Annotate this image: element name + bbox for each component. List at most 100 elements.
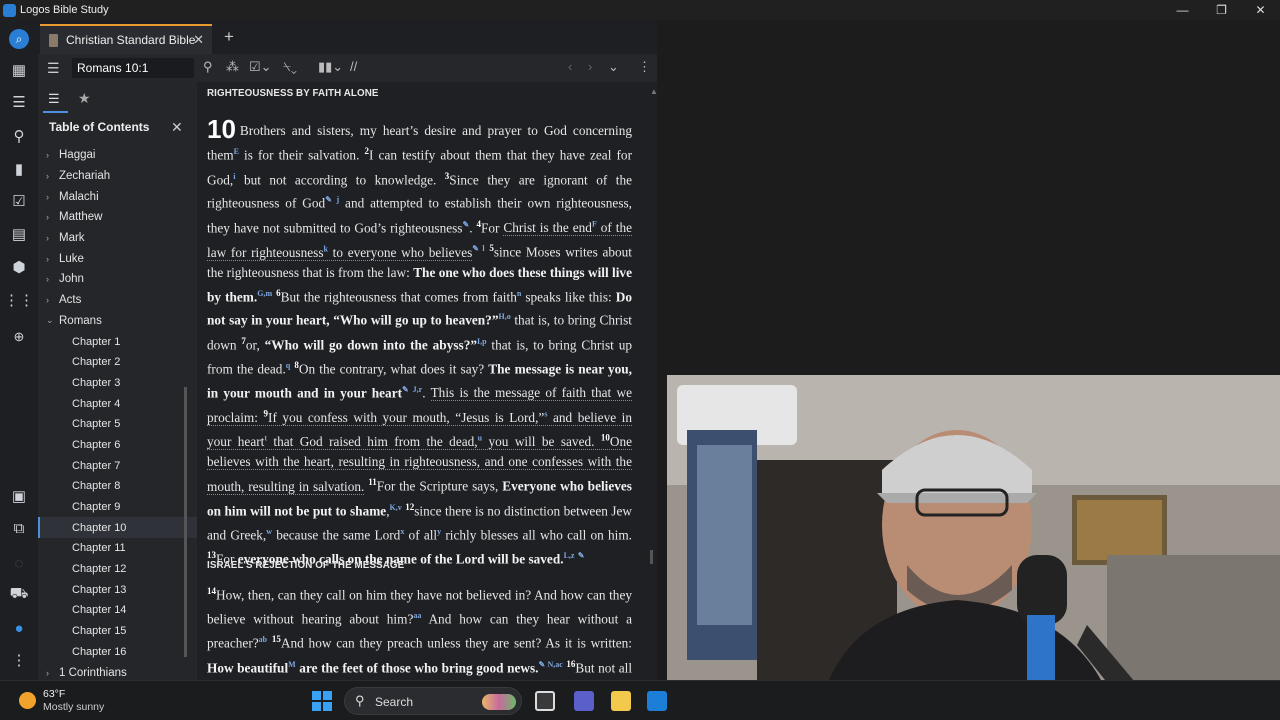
toc-book-item[interactable]: › Matthew: [38, 207, 197, 228]
search-icon: ⚲: [355, 693, 365, 708]
library-icon[interactable]: ☰: [9, 92, 29, 112]
toc-item-label: Chapter 6: [72, 438, 121, 451]
chevron-right-icon[interactable]: ›: [46, 212, 49, 222]
toc-chapter-item[interactable]: Chapter 3: [38, 373, 197, 394]
tab-christian-standard-bible[interactable]: Christian Standard Bible ✕: [40, 24, 212, 54]
chevron-right-icon[interactable]: ›: [46, 254, 49, 264]
tab-label: Christian Standard Bible: [66, 33, 196, 47]
highlight-check-icon[interactable]: ☑⌄: [249, 59, 272, 75]
toc-book-item[interactable]: › Mark: [38, 228, 197, 249]
link-set-icon[interactable]: //: [350, 59, 357, 74]
passage-romans-10-14-16: 14How, then, can they call on him they h…: [207, 586, 633, 675]
teams-icon[interactable]: [574, 691, 594, 711]
toc-chapter-item[interactable]: Chapter 8: [38, 476, 197, 497]
toc-book-item[interactable]: › Zechariah: [38, 166, 197, 187]
close-window-button[interactable]: ✕: [1241, 0, 1280, 20]
apps-grid-icon[interactable]: ⋮⋮: [4, 290, 34, 310]
toc-scrollbar[interactable]: [184, 387, 187, 657]
search-label: Search: [375, 695, 414, 709]
toc-chapter-item[interactable]: Chapter 6: [38, 435, 197, 456]
toc-item-label: Mark: [59, 232, 85, 245]
weather-temperature[interactable]: 63°F: [43, 688, 65, 700]
toc-item-label: John: [59, 273, 84, 286]
passage-romans-10-1-13: 10 Brothers and sisters, my heart’s desir…: [207, 114, 633, 567]
toc-book-item[interactable]: › Malachi: [38, 186, 197, 207]
reader-scrollbar[interactable]: [650, 550, 653, 564]
toc-chapter-item[interactable]: Chapter 11: [38, 538, 197, 559]
toc-chapter-item[interactable]: Chapter 15: [38, 621, 197, 642]
toc-chapter-item[interactable]: Chapter 5: [38, 414, 197, 435]
home-icon[interactable]: ⌕: [9, 29, 29, 49]
chevron-right-icon[interactable]: ›: [46, 192, 49, 202]
dashboard-icon[interactable]: ▣: [9, 486, 29, 506]
shield-icon[interactable]: ⬢: [9, 257, 29, 277]
toc-chapter-item[interactable]: Chapter 10: [38, 517, 197, 539]
reference-input[interactable]: Romans 10:1: [72, 58, 194, 78]
toc-chapter-item[interactable]: Chapter 4: [38, 393, 197, 414]
chevron-right-icon[interactable]: ›: [46, 150, 49, 160]
toc-chapter-item[interactable]: Chapter 9: [38, 497, 197, 518]
store-icon[interactable]: [647, 691, 667, 711]
new-tab-button[interactable]: +: [224, 27, 234, 47]
toc-chapter-item[interactable]: Chapter 1: [38, 331, 197, 352]
search-highlight-icon: [482, 694, 516, 710]
file-explorer-icon[interactable]: [611, 691, 631, 711]
toc-item-label: 1 Corinthians: [59, 666, 127, 679]
panel-menu-icon[interactable]: ⋮: [638, 59, 651, 75]
account-icon[interactable]: ●: [9, 618, 29, 638]
chevron-right-icon[interactable]: ›: [46, 274, 49, 284]
toc-book-item[interactable]: › Haggai: [38, 145, 197, 166]
app-navigation-bar: ⌕ ▦ ☰ ⚲ ▮ ☑ ▤ ⬢ ⋮⋮ ⊕ ▣ ⧉ ◌ ⛟ ● ⋮: [0, 20, 38, 680]
back-chevron-icon[interactable]: ‹: [568, 59, 572, 74]
close-toc-icon[interactable]: ✕: [171, 119, 183, 136]
task-view-icon[interactable]: [535, 691, 555, 711]
chevron-right-icon[interactable]: ›: [46, 233, 49, 243]
weather-condition[interactable]: Mostly sunny: [43, 701, 104, 713]
favorites-star-icon[interactable]: ★: [78, 90, 91, 107]
sync-icon: ◌: [14, 554, 24, 572]
toc-item-label: Zechariah: [59, 170, 111, 183]
toc-book-item[interactable]: › Luke: [38, 248, 197, 269]
chapter-number: 10: [207, 114, 236, 144]
history-dropdown-icon[interactable]: ⌄: [608, 59, 619, 75]
chevron-down-icon[interactable]: ⌄: [46, 315, 54, 326]
guides-icon[interactable]: ▮: [9, 159, 29, 179]
toc-chapter-item[interactable]: Chapter 12: [38, 559, 197, 580]
cart-icon[interactable]: ⛟: [9, 584, 29, 604]
toc-book-item[interactable]: ⌄ Romans: [38, 311, 197, 332]
weather-sun-icon[interactable]: [19, 692, 36, 709]
more-options-icon[interactable]: ⋮: [9, 650, 29, 670]
close-tab-icon[interactable]: ✕: [193, 32, 204, 48]
windows-start-icon[interactable]: [312, 691, 332, 711]
search-icon[interactable]: ⚲: [203, 59, 213, 75]
search-icon[interactable]: ⚲: [9, 126, 29, 146]
maximize-button[interactable]: ❐: [1202, 0, 1241, 20]
toc-book-item[interactable]: › Acts: [38, 290, 197, 311]
toc-chapter-item[interactable]: Chapter 7: [38, 455, 197, 476]
chevron-right-icon[interactable]: ›: [46, 668, 49, 678]
toc-chapter-item[interactable]: Chapter 13: [38, 579, 197, 600]
logos-app-icon: [3, 3, 16, 17]
menu-icon[interactable]: ☰: [47, 60, 63, 77]
parallel-columns-icon[interactable]: ▮▮⌄: [318, 59, 343, 75]
webcam-frame: [667, 375, 1280, 720]
toc-book-item[interactable]: › John: [38, 269, 197, 290]
chevron-right-icon[interactable]: ›: [46, 171, 49, 181]
interlinear-icon[interactable]: ⍀⌄: [283, 59, 297, 75]
tools-checklist-icon[interactable]: ☑: [9, 191, 29, 211]
toc-chapter-item[interactable]: Chapter 14: [38, 600, 197, 621]
add-icon[interactable]: ⊕: [9, 327, 29, 347]
minimize-button[interactable]: —: [1163, 0, 1202, 20]
toc-chapter-item[interactable]: Chapter 16: [38, 642, 197, 663]
toc-chapter-item[interactable]: Chapter 2: [38, 352, 197, 373]
forward-chevron-icon[interactable]: ›: [588, 59, 592, 74]
chevron-right-icon[interactable]: ›: [46, 295, 49, 305]
taskbar-search[interactable]: ⚲ Search: [344, 687, 522, 715]
visual-filter-icon[interactable]: ⁂: [226, 59, 239, 75]
documents-icon[interactable]: ▤: [9, 224, 29, 244]
toc-tab-icon[interactable]: ☰: [48, 91, 60, 107]
open-external-icon[interactable]: ⧉: [9, 518, 29, 538]
active-tab-indicator: [43, 111, 68, 113]
scroll-up-icon[interactable]: ▲: [650, 87, 657, 96]
layouts-icon[interactable]: ▦: [9, 60, 29, 80]
